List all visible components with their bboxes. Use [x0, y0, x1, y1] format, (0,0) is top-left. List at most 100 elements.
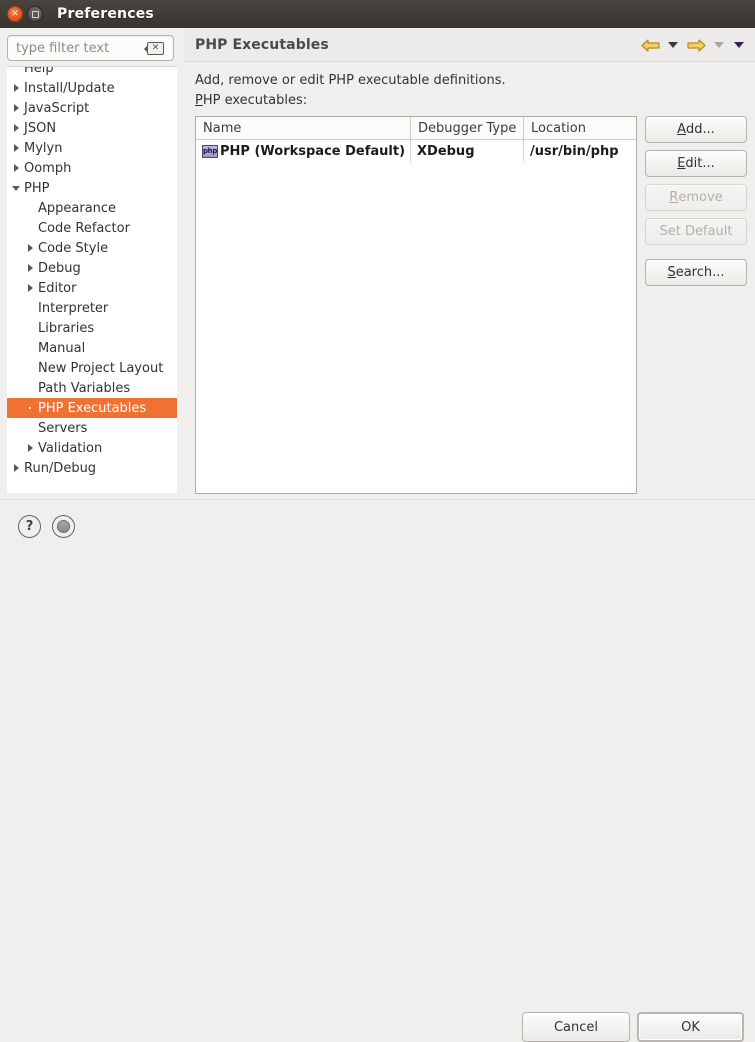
preferences-sidebar: type filter text ✕ Help Install/Update Jav… [0, 28, 184, 499]
sidebar-item-label: Install/Update [24, 80, 115, 96]
mnemonic-letter: E [677, 156, 686, 171]
sidebar-item-label: Code Style [38, 240, 109, 256]
clear-icon[interactable]: ✕ [144, 41, 164, 55]
sidebar-item-manual[interactable]: Manual [7, 338, 177, 358]
close-icon[interactable]: ✕ [7, 6, 23, 22]
preferences-panel: PHP Executables Add, remove or edit PHP … [184, 28, 755, 499]
sidebar-item-php[interactable]: PHP [7, 178, 177, 198]
back-menu-chevron-down-icon[interactable] [665, 34, 681, 56]
sidebar-item-path-variables[interactable]: Path Variables [7, 378, 177, 398]
apply-circle-inner [57, 520, 70, 533]
sidebar-item-label: JavaScript [24, 100, 90, 116]
button-label: emove [678, 190, 723, 205]
filter-field-wrapper: type filter text ✕ [7, 35, 174, 61]
back-arrow-svg [640, 38, 660, 52]
ok-button[interactable]: OK [637, 1012, 744, 1042]
chevron-right-icon[interactable] [23, 264, 37, 272]
table-body: php PHP (Workspace Default) XDebug/usr/bin… [196, 140, 636, 162]
sidebar-item-mylyn[interactable]: Mylyn [7, 138, 177, 158]
sidebar-item-label: Manual [38, 340, 86, 356]
preferences-tree[interactable]: Help Install/Update JavaScript JSON Mylyn Oom… [7, 66, 177, 493]
sidebar-item-label: New Project Layout [38, 360, 164, 376]
sidebar-item-libraries[interactable]: Libraries [7, 318, 177, 338]
table-row[interactable]: php PHP (Workspace Default) XDebug/usr/bin… [196, 140, 636, 162]
button-label: Set Default [659, 224, 733, 239]
sidebar-item-validation[interactable]: Validation [7, 438, 177, 458]
forward-menu-chevron-down-icon[interactable] [711, 34, 727, 56]
sidebar-item-javascript[interactable]: JavaScript [7, 98, 177, 118]
sidebar-item-php-executables[interactable]: PHP Executables [7, 398, 177, 418]
clear-x-glyph: ✕ [151, 42, 160, 53]
sidebar-item-label: Help [24, 66, 54, 76]
set-default-button: Set Default [645, 218, 747, 245]
php-file-icon: php [202, 144, 218, 158]
search-button[interactable]: Search... [645, 259, 747, 286]
chevron-right-icon[interactable] [9, 144, 23, 152]
chevron-right-icon[interactable] [9, 84, 23, 92]
search-input[interactable]: type filter text ✕ [7, 35, 174, 61]
sidebar-item-interpreter[interactable]: Interpreter [7, 298, 177, 318]
chevron-right-icon[interactable] [23, 444, 37, 452]
window-titlebar: ✕ Preferences [0, 0, 755, 28]
chevron-right-icon[interactable] [9, 124, 23, 132]
sidebar-item-label: Servers [38, 420, 88, 436]
sidebar-item-oomph[interactable]: Oomph [7, 158, 177, 178]
sidebar-item-help[interactable]: Help [7, 66, 177, 78]
panel-header: PHP Executables [184, 28, 755, 62]
table-action-buttons: Add... Edit... Remove Set Default Search... [645, 116, 747, 293]
dialog-footer: ? Cancel OK [0, 499, 755, 1042]
sidebar-item-code-refactor[interactable]: Code Refactor [7, 218, 177, 238]
button-label: earch... [675, 265, 725, 280]
sidebar-item-label: Run/Debug [24, 460, 97, 476]
chevron-right-icon[interactable] [9, 104, 23, 112]
sidebar-item-install-update[interactable]: Install/Update [7, 78, 177, 98]
sidebar-item-new-project-layout[interactable]: New Project Layout [7, 358, 177, 378]
maximize-icon[interactable] [27, 6, 43, 22]
executables-list-label: PHP executables: [195, 93, 308, 108]
table-header-row: Name Debugger Type Location [196, 117, 636, 140]
cell-debugger-type: XDebug [411, 140, 524, 162]
sidebar-item-run-debug[interactable]: Run/Debug [7, 458, 177, 478]
apply-circle-icon[interactable] [52, 515, 75, 538]
mnemonic-letter: A [677, 122, 686, 137]
chevron-right-icon[interactable] [9, 164, 23, 172]
sidebar-item-label: Interpreter [38, 300, 109, 316]
sidebar-item-label: Debug [38, 260, 81, 276]
edit-button[interactable]: Edit... [645, 150, 747, 177]
column-header-debugger-type[interactable]: Debugger Type [411, 117, 524, 139]
sidebar-item-label: Mylyn [24, 140, 63, 156]
button-label: dit... [685, 156, 715, 171]
chevron-down-icon[interactable] [9, 186, 23, 191]
forward-arrow-icon[interactable] [685, 34, 707, 56]
sidebar-item-appearance[interactable]: Appearance [7, 198, 177, 218]
window-title: Preferences [57, 6, 154, 22]
panel-navigation [639, 28, 747, 62]
filter-placeholder: type filter text [16, 40, 110, 56]
tree-bullet-icon [23, 407, 37, 409]
back-arrow-icon[interactable] [639, 34, 661, 56]
sidebar-item-debug[interactable]: Debug [7, 258, 177, 278]
button-label: dd... [686, 122, 715, 137]
sidebar-item-label: JSON [24, 120, 57, 136]
chevron-right-icon[interactable] [23, 284, 37, 292]
column-header-name[interactable]: Name [196, 117, 411, 139]
sidebar-item-servers[interactable]: Servers [7, 418, 177, 438]
chevron-right-icon[interactable] [23, 244, 37, 252]
add-button[interactable]: Add... [645, 116, 747, 143]
sidebar-item-label: Validation [38, 440, 103, 456]
more-menu-chevron-down-icon[interactable] [731, 34, 747, 56]
sidebar-item-label: Path Variables [38, 380, 131, 396]
column-header-location[interactable]: Location [524, 117, 636, 139]
mnemonic-letter: S [667, 265, 676, 280]
executables-table[interactable]: Name Debugger Type Location php PHP (Work… [195, 116, 637, 494]
chevron-right-icon[interactable] [9, 464, 23, 472]
dialog-body: type filter text ✕ Help Install/Update Jav… [0, 28, 755, 499]
help-icon[interactable]: ? [18, 515, 41, 538]
sidebar-item-code-style[interactable]: Code Style [7, 238, 177, 258]
sidebar-item-label: PHP Executables [38, 400, 147, 416]
cancel-button[interactable]: Cancel [522, 1012, 630, 1042]
sidebar-item-label: Appearance [38, 200, 117, 216]
forward-arrow-svg [686, 38, 706, 52]
sidebar-item-editor[interactable]: Editor [7, 278, 177, 298]
sidebar-item-json[interactable]: JSON [7, 118, 177, 138]
